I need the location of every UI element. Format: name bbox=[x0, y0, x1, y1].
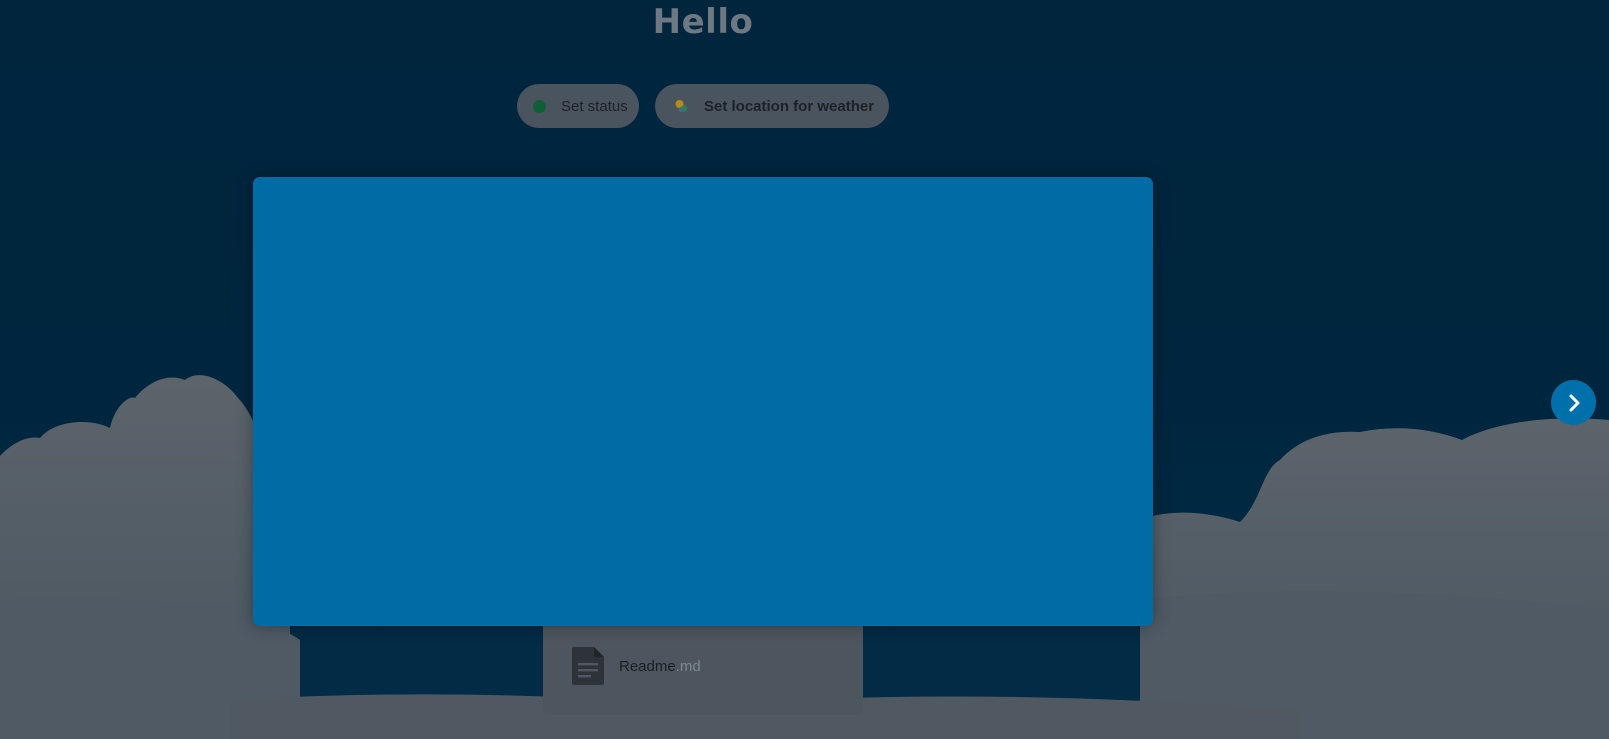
set-weather-location-label: Set location for weather bbox=[704, 97, 875, 115]
desktop-screen: Hello Set status Set location for weathe… bbox=[0, 0, 1609, 739]
status-dot-icon bbox=[533, 99, 546, 113]
set-status-label: Set status bbox=[561, 97, 628, 115]
next-button[interactable] bbox=[1551, 380, 1596, 425]
weather-icon bbox=[675, 100, 688, 112]
greeting-title: Hello bbox=[652, 2, 754, 42]
chevron-right-icon bbox=[1569, 394, 1579, 411]
set-status-button[interactable]: Set status bbox=[517, 84, 639, 128]
file-item-readme[interactable]: Readme .md bbox=[571, 646, 701, 686]
file-extension: .md bbox=[675, 657, 701, 675]
main-content-panel bbox=[253, 177, 1153, 626]
set-weather-location-button[interactable]: Set location for weather bbox=[655, 84, 889, 128]
document-icon bbox=[572, 647, 604, 685]
recent-files-card: Readme .md bbox=[543, 624, 863, 715]
file-name: Readme bbox=[619, 657, 676, 675]
